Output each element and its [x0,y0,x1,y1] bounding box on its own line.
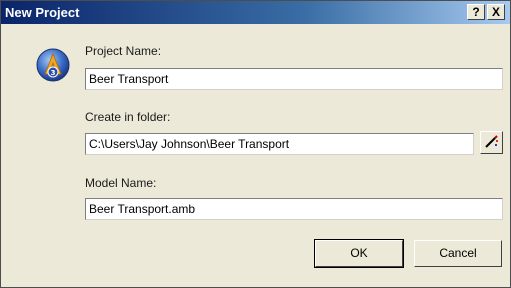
window-title: New Project [5,5,80,20]
svg-text:3: 3 [51,69,56,77]
help-button[interactable]: ? [467,4,485,20]
project-name-label: Project Name: [85,44,162,58]
folder-field[interactable]: C:\Users\Jay Johnson\Beer Transport [85,133,474,155]
arena-app-icon: 3 [36,48,70,82]
close-button[interactable]: X [487,4,505,20]
project-name-field[interactable]: Beer Transport [85,68,503,90]
folder-label: Create in folder: [85,110,171,124]
model-name-label: Model Name: [85,176,157,190]
magic-wand-icon [485,135,498,148]
browse-folder-button[interactable] [480,131,503,154]
new-project-dialog: New Project ? X 3 Project Name: Beer Tra… [0,0,511,288]
model-name-field[interactable]: Beer Transport.amb [85,198,503,220]
ok-button[interactable]: OK [314,239,404,268]
title-bar[interactable]: New Project ? X [1,1,510,24]
cancel-button[interactable]: Cancel [414,240,502,267]
